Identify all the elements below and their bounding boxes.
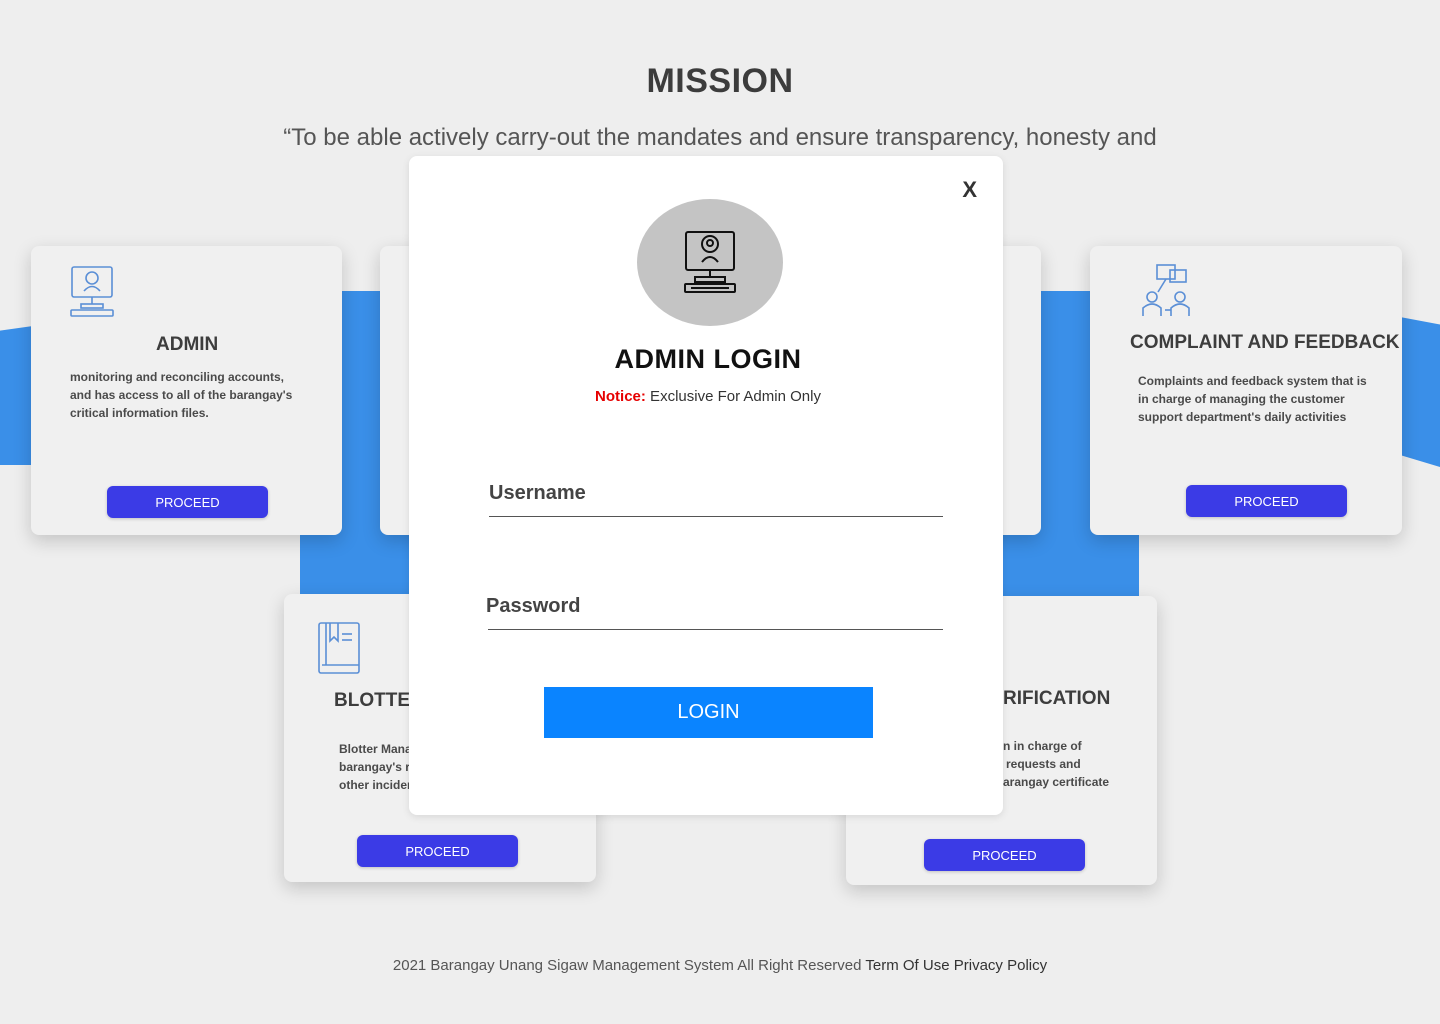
notice-label: Notice:: [595, 388, 646, 405]
footer: 2021 Barangay Unang Sigaw Management Sys…: [0, 957, 1440, 974]
desc-line: support department's daily activities: [1138, 410, 1347, 424]
verification-proceed-button[interactable]: PROCEED: [924, 839, 1085, 871]
mission-title: MISSION: [646, 62, 794, 100]
desc-line: arangay certificate: [1003, 775, 1110, 789]
admin-card-title: ADMIN: [156, 334, 219, 355]
complaint-card-description: Complaints and feedback system that is i…: [1138, 372, 1378, 426]
privacy-link[interactable]: Privacy Policy: [954, 957, 1047, 974]
verification-card-title: RIFICATION: [1003, 688, 1111, 709]
computer-user-icon: [683, 229, 737, 300]
desc-line: critical information files.: [70, 406, 209, 420]
admin-proceed-button[interactable]: PROCEED: [107, 486, 268, 518]
mission-quote: “To be able actively carry-out the manda…: [283, 124, 1157, 151]
complaint-proceed-button[interactable]: PROCEED: [1186, 485, 1347, 517]
book-icon: [316, 620, 362, 681]
admin-avatar: [637, 199, 783, 326]
verification-card-description: n in charge of requests and arangay cert…: [1003, 737, 1153, 791]
modal-notice: Notice: Exclusive For Admin Only: [409, 388, 1007, 405]
terms-link[interactable]: Term Of Use: [865, 957, 949, 974]
modal-title: ADMIN LOGIN: [614, 344, 802, 374]
desc-line: and has access to all of the barangay's: [70, 388, 293, 402]
username-input[interactable]: [489, 486, 943, 517]
complaint-card-title: COMPLAINT AND FEEDBACK: [1130, 332, 1400, 353]
login-button[interactable]: LOGIN: [544, 687, 873, 738]
admin-card: ADMIN monitoring and reconciling account…: [31, 246, 342, 535]
desc-line: monitoring and reconciling accounts,: [70, 370, 285, 384]
footer-copyright: 2021 Barangay Unang Sigaw Management Sys…: [392, 957, 866, 974]
computer-user-icon: [69, 264, 115, 323]
feedback-people-icon: [1140, 262, 1196, 325]
close-button[interactable]: X: [956, 176, 983, 204]
desc-line: requests and: [1006, 757, 1081, 771]
desc-line: Complaints and feedback system that is: [1138, 374, 1367, 388]
admin-login-modal: X ADMIN LOGIN Notice: Exclusive For Admi…: [409, 156, 1003, 815]
desc-line: in charge of managing the customer: [1138, 392, 1345, 406]
admin-card-description: monitoring and reconciling accounts, and…: [70, 368, 310, 422]
password-input[interactable]: [488, 599, 943, 630]
blue-band-right: [1400, 317, 1440, 467]
notice-text: Exclusive For Admin Only: [645, 388, 821, 405]
desc-line: n in charge of: [1003, 739, 1082, 753]
blotter-proceed-button[interactable]: PROCEED: [357, 835, 518, 867]
complaint-feedback-card: COMPLAINT AND FEEDBACK Complaints and fe…: [1090, 246, 1402, 535]
blue-panel-left-outer: [341, 291, 381, 536]
